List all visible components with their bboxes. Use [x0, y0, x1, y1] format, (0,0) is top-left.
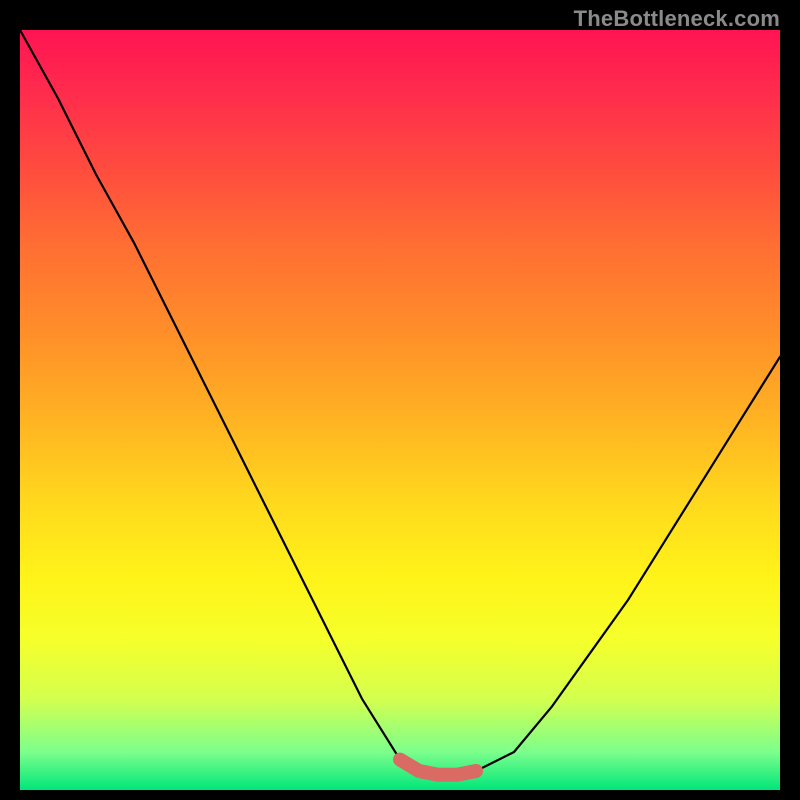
watermark-text: TheBottleneck.com [574, 6, 780, 32]
chart-frame: TheBottleneck.com [0, 0, 800, 800]
gradient-plot-area [20, 30, 780, 790]
curve-svg [20, 30, 780, 790]
bottleneck-curve [20, 30, 780, 775]
plateau-highlight [400, 760, 476, 775]
